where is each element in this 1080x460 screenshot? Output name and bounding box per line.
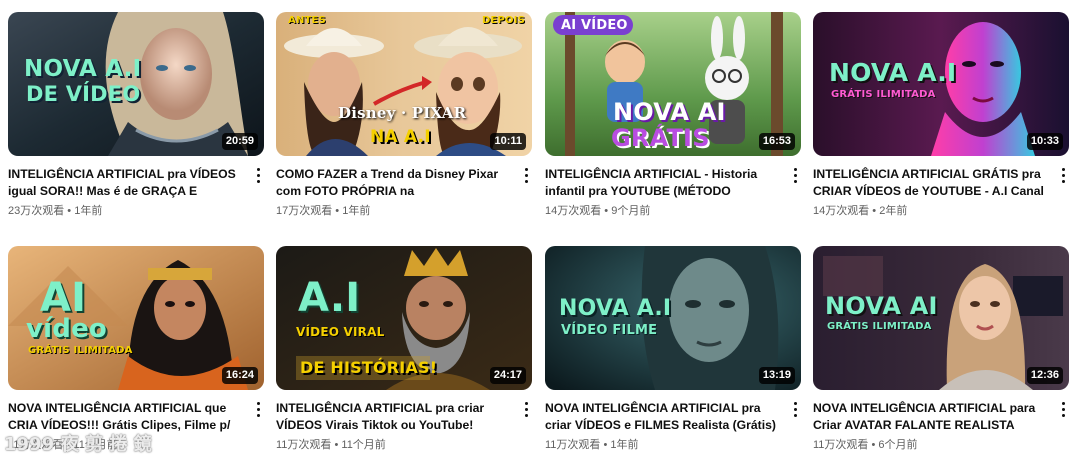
stats-separator: • <box>64 205 75 217</box>
video-thumbnail[interactable]: NOVA AI GRÁTIS ILIMITADA 12:36 <box>813 246 1069 390</box>
thumbnail-tag: AI VÍDEO <box>561 18 628 33</box>
duration-badge: 13:19 <box>758 367 795 384</box>
thumbnail-headline: NOVA AI <box>825 292 938 320</box>
upload-age: 1年前 <box>74 205 103 217</box>
stats-separator: • <box>869 205 880 217</box>
view-count: 17万次观看 <box>276 205 333 217</box>
stats-separator: • <box>600 439 611 451</box>
video-thumbnail[interactable]: NOVA A.I DE VÍDEO 20:59 <box>8 12 264 156</box>
stats-separator: • <box>868 439 879 451</box>
more-actions-button[interactable] <box>1059 402 1067 420</box>
duration-badge: 10:33 <box>1026 133 1063 150</box>
thumbnail-headline: NOVA A.I <box>24 56 142 82</box>
upload-age: 2年前 <box>879 205 908 217</box>
thumbnail-headline: AI <box>40 275 87 321</box>
video-stats: 11万次观看 • 6个月前 <box>813 438 918 452</box>
video-title[interactable]: INTELIGÊNCIA ARTIFICIAL pra VÍDEOS igual… <box>8 166 240 200</box>
upload-age: 11个月前 <box>341 439 386 451</box>
upload-age: 1年前 <box>342 205 371 217</box>
view-count: 11万次观看 <box>276 439 332 451</box>
view-count: 14万次观看 <box>813 205 870 217</box>
video-title[interactable]: INTELIGÊNCIA ARTIFICIAL - Historia infan… <box>545 166 777 200</box>
video-title[interactable]: INTELIGÊNCIA ARTIFICIAL pra criar VÍDEOS… <box>276 400 508 434</box>
video-thumbnail[interactable]: A.I VÍDEO VIRAL DE HISTÓRIAS! 24:17 <box>276 246 532 390</box>
video-card[interactable]: ANTES DEPOIS Disney · PIXAR NA A.I 10:11… <box>276 12 536 217</box>
thumbnail-subhead: GRÁTIS <box>611 124 710 152</box>
thumbnail-subhead: GRÁTIS ILIMITADA <box>827 321 932 332</box>
thumbnail-headline: NOVA AI <box>613 98 726 126</box>
before-label: ANTES <box>288 15 326 26</box>
duration-badge: 20:59 <box>221 133 258 150</box>
more-actions-button[interactable] <box>254 168 262 186</box>
view-count: 14万次观看 <box>545 205 602 217</box>
thumbnail-subhead: vídeo <box>26 314 107 344</box>
video-card[interactable]: AI vídeo GRÁTIS ILIMITADA 16:24 NOVA INT… <box>8 246 268 451</box>
thumbnail-headline: NOVA A.I <box>829 58 957 87</box>
video-card[interactable]: A.I VÍDEO VIRAL DE HISTÓRIAS! 24:17 INTE… <box>276 246 536 451</box>
duration-badge: 24:17 <box>489 367 526 384</box>
upload-age: 1年前 <box>610 439 639 451</box>
video-stats: 11万次观看 • 11个月前 <box>276 438 386 452</box>
duration-badge: 16:24 <box>221 367 258 384</box>
stats-separator: • <box>601 205 612 217</box>
thumbnail-tag: DE HISTÓRIAS! <box>300 358 438 377</box>
video-card[interactable]: NOVA A.I GRÁTIS ILIMITADA 10:33 INTELIGÊ… <box>813 12 1073 217</box>
video-card[interactable]: AI VÍDEO NOVA AI GRÁTIS 16:53 INTELIGÊNC… <box>545 12 805 217</box>
video-card[interactable]: NOVA A.I VÍDEO FILME 13:19 NOVA INTELIGÊ… <box>545 246 805 451</box>
video-thumbnail[interactable]: AI VÍDEO NOVA AI GRÁTIS 16:53 <box>545 12 801 156</box>
video-stats: 11万次观看 • 1年前 <box>545 438 639 452</box>
video-card[interactable]: NOVA AI GRÁTIS ILIMITADA 12:36 NOVA INTE… <box>813 246 1073 451</box>
video-card[interactable]: NOVA A.I DE VÍDEO 20:59 INTELIGÊNCIA ART… <box>8 12 268 217</box>
thumbnail-tag: GRÁTIS ILIMITADA <box>28 345 133 356</box>
more-actions-button[interactable] <box>522 402 530 420</box>
more-actions-button[interactable] <box>791 168 799 186</box>
video-title[interactable]: INTELIGÊNCIA ARTIFICIAL GRÁTIS pra CRIAR… <box>813 166 1045 200</box>
view-count: 11万次观看 <box>813 439 869 451</box>
video-stats: 17万次观看 • 1年前 <box>276 204 370 218</box>
thumbnail-headline: NOVA A.I <box>559 296 672 321</box>
video-stats: 14万次观看 • 9个月前 <box>545 204 650 218</box>
upload-age: 9个月前 <box>611 205 651 217</box>
thumbnail-subhead: VÍDEO FILME <box>561 323 658 338</box>
upload-age: 6个月前 <box>878 439 918 451</box>
duration-badge: 16:53 <box>758 133 795 150</box>
brand-label: Disney · PIXAR <box>338 104 467 122</box>
video-thumbnail[interactable]: NOVA A.I GRÁTIS ILIMITADA 10:33 <box>813 12 1069 156</box>
thumbnail-headline: NA A.I <box>370 127 431 147</box>
more-actions-button[interactable] <box>254 402 262 420</box>
video-title[interactable]: NOVA INTELIGÊNCIA ARTIFICIAL pra criar V… <box>545 400 777 434</box>
more-actions-button[interactable] <box>522 168 530 186</box>
thumbnail-subhead: GRÁTIS ILIMITADA <box>831 89 936 100</box>
video-title[interactable]: NOVA INTELIGÊNCIA ARTIFICIAL para Criar … <box>813 400 1045 434</box>
duration-badge: 12:36 <box>1026 367 1063 384</box>
stats-separator: • <box>331 439 342 451</box>
after-label: DEPOIS <box>482 15 526 26</box>
view-count: 23万次观看 <box>8 205 65 217</box>
thumbnail-subhead: DE VÍDEO <box>26 82 141 106</box>
watermark: 1999·夜 剪 捲 鏡 <box>4 434 152 455</box>
video-title[interactable]: NOVA INTELIGÊNCIA ARTIFICIAL que CRIA VÍ… <box>8 400 240 434</box>
video-thumbnail[interactable]: ANTES DEPOIS Disney · PIXAR NA A.I 10:11 <box>276 12 532 156</box>
more-actions-button[interactable] <box>1059 168 1067 186</box>
video-grid: NOVA A.I DE VÍDEO 20:59 INTELIGÊNCIA ART… <box>0 0 1080 460</box>
video-stats: 14万次观看 • 2年前 <box>813 204 907 218</box>
thumbnail-headline: A.I <box>298 275 361 321</box>
video-title[interactable]: COMO FAZER a Trend da Disney Pixar com F… <box>276 166 508 200</box>
video-thumbnail[interactable]: AI vídeo GRÁTIS ILIMITADA 16:24 <box>8 246 264 390</box>
thumbnail-subhead: VÍDEO VIRAL <box>296 325 385 339</box>
duration-badge: 10:11 <box>490 133 526 150</box>
view-count: 11万次观看 <box>545 439 601 451</box>
video-stats: 23万次观看 • 1年前 <box>8 204 102 218</box>
stats-separator: • <box>332 205 343 217</box>
video-thumbnail[interactable]: NOVA A.I VÍDEO FILME 13:19 <box>545 246 801 390</box>
more-actions-button[interactable] <box>791 402 799 420</box>
